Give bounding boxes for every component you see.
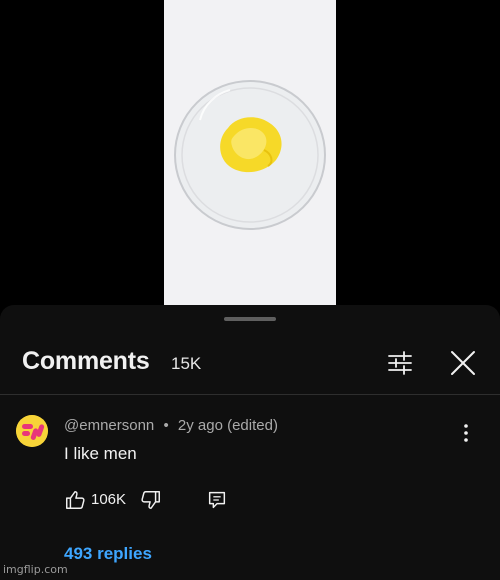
filter-button[interactable] — [386, 349, 414, 377]
avatar-logo-icon — [16, 415, 48, 447]
more-options-icon — [464, 424, 468, 442]
close-icon — [451, 351, 475, 375]
comment-actions: 106K — [64, 487, 264, 515]
comment-meta: @emnersonn • 2y ago (edited) — [64, 417, 278, 434]
header-divider — [0, 394, 500, 395]
comment-author[interactable]: @emnersonn — [64, 417, 154, 434]
dislike-button[interactable] — [140, 489, 162, 511]
thumbs-down-icon — [141, 491, 160, 509]
petri-dish-image — [164, 0, 336, 305]
like-count: 106K — [91, 491, 127, 508]
video-frame — [164, 0, 336, 305]
reply-icon — [208, 491, 226, 509]
like-button[interactable] — [64, 489, 86, 511]
comments-title: Comments — [22, 347, 150, 375]
more-options-button[interactable] — [456, 421, 476, 445]
meta-separator: • — [163, 417, 169, 434]
thumbs-up-icon — [66, 491, 85, 509]
close-button[interactable] — [449, 349, 477, 377]
drag-handle[interactable] — [224, 317, 276, 321]
comments-count: 15K — [171, 354, 202, 373]
reply-button[interactable] — [206, 489, 228, 511]
avatar[interactable] — [16, 415, 48, 447]
comments-header: Comments 15K — [0, 341, 500, 391]
comment-item: @emnersonn • 2y ago (edited) I like men … — [0, 405, 500, 575]
video-player[interactable] — [0, 0, 500, 305]
comment-text: I like men — [64, 444, 137, 463]
view-replies-link[interactable]: 493 replies — [64, 544, 152, 564]
filter-icon — [388, 351, 412, 375]
watermark: imgflip.com — [3, 563, 68, 576]
comments-sheet: Comments 15K @emnersonn • 2y ago (edited… — [0, 305, 500, 580]
comment-time: 2y ago (edited) — [177, 417, 278, 434]
